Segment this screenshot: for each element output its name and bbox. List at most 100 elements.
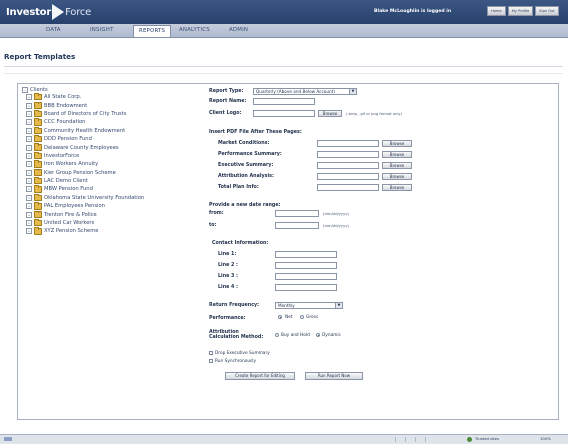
expand-icon[interactable]: + <box>26 136 32 143</box>
performance-net-radio[interactable] <box>278 315 282 319</box>
tree-item-client[interactable]: + XYZ Pension Scheme <box>26 227 144 235</box>
tree-item-client[interactable]: + PAL Employees Pension <box>26 202 144 210</box>
expand-icon[interactable]: + <box>26 186 32 193</box>
expand-icon[interactable]: + <box>26 110 32 117</box>
tree-item-client[interactable]: + BBB Endowment <box>26 101 144 109</box>
pdf-page-input[interactable] <box>317 184 379 191</box>
expand-icon[interactable]: + <box>26 102 32 109</box>
tree-item-client[interactable]: + Community Health Endowment <box>26 126 144 135</box>
tree-item-label: PAL Employees Pension <box>44 203 105 210</box>
expand-icon[interactable]: + <box>26 203 32 210</box>
tree-item-client[interactable]: + Board of Directors of City Trusts <box>26 109 144 118</box>
pdf-page-browse-button[interactable]: Browse <box>382 173 412 180</box>
app-header: Investor Force Blake McLoughlin is logge… <box>0 0 568 24</box>
tree-root-clients[interactable]: − Clients <box>22 86 144 93</box>
tree-item-label: DDD Pension Fund <box>44 136 92 143</box>
performance-gross-radio[interactable] <box>300 315 304 319</box>
run-report-button[interactable]: Run Report Now <box>305 372 363 380</box>
to-date-input[interactable] <box>275 222 319 229</box>
contact-line-input[interactable] <box>275 284 337 291</box>
from-label: from: <box>209 211 224 216</box>
tree-item-client[interactable]: + Delaware County Employees <box>26 143 144 151</box>
tree-item-client[interactable]: + CCC Foundation <box>26 118 144 126</box>
expand-icon[interactable]: + <box>26 152 32 159</box>
run-sync-checkbox[interactable] <box>209 359 213 363</box>
tree-item-label: United Car Workers <box>44 220 95 227</box>
my-profile-button[interactable]: My Profile <box>507 6 534 16</box>
collapse-icon[interactable]: − <box>22 86 28 93</box>
client-logo-input[interactable] <box>253 110 315 117</box>
expand-icon[interactable]: + <box>26 144 32 151</box>
pdf-page-browse-button[interactable]: Browse <box>382 151 412 158</box>
expand-icon[interactable]: + <box>26 228 32 235</box>
expand-icon[interactable]: + <box>26 220 32 227</box>
from-date-input[interactable] <box>275 210 319 217</box>
sign-out-button[interactable]: Sign Out <box>535 6 559 16</box>
tree-item-client[interactable]: + DDD Pension Fund <box>26 135 144 143</box>
contact-line-input[interactable] <box>275 273 337 280</box>
tab-admin[interactable]: ADMIN <box>229 27 248 33</box>
report-template-form: Report Type: Quarterly (Above and Below … <box>209 86 549 406</box>
create-report-button[interactable]: Create Report for Editing <box>225 372 295 380</box>
status-done-icon <box>4 437 12 441</box>
report-name-input[interactable] <box>253 98 315 105</box>
tree-item-client[interactable]: + Oklahoma State University Foundation <box>26 193 145 202</box>
expand-icon[interactable]: + <box>26 94 32 101</box>
expand-icon[interactable]: + <box>26 161 32 168</box>
run-sync-label: Run Synchronously <box>215 359 257 364</box>
folder-icon <box>34 185 42 193</box>
folder-icon <box>34 202 42 210</box>
tree-item-client[interactable]: + MBW Pension Fund <box>26 185 144 193</box>
tree-item-client[interactable]: + InvestorForce <box>26 151 144 160</box>
contact-line-label: Line 4 : <box>218 285 238 290</box>
investorforce-logo[interactable]: Investor Force <box>6 4 91 20</box>
pdf-page-input[interactable] <box>317 173 379 180</box>
expand-icon[interactable]: + <box>26 211 32 218</box>
pdf-page-label: Executive Summary: <box>218 163 274 168</box>
pdf-page-input[interactable] <box>317 151 379 158</box>
pdf-page-input[interactable] <box>317 162 379 169</box>
pdf-page-browse-button[interactable]: Browse <box>382 162 412 169</box>
zoom-level[interactable]: 100% <box>540 436 551 441</box>
tree-item-client[interactable]: + All State Corp. <box>26 93 144 101</box>
attribution-buy-hold-radio[interactable] <box>275 333 279 337</box>
date-range-heading: Provide a new date range: <box>209 203 281 208</box>
tab-analytics[interactable]: ANALYTICS <box>179 27 210 33</box>
contact-line-input[interactable] <box>275 251 337 258</box>
expand-icon[interactable]: + <box>26 119 32 126</box>
pdf-page-input[interactable] <box>317 140 379 147</box>
tree-root-label: Clients <box>30 86 48 93</box>
client-logo-browse-button[interactable]: Browse <box>318 110 342 117</box>
tree-item-client[interactable]: + Trenton Fire & Police <box>26 210 144 218</box>
drop-exec-summary-checkbox[interactable] <box>209 351 213 355</box>
contact-line-input[interactable] <box>275 262 337 269</box>
title-divider-secondary <box>4 73 563 74</box>
pdf-page-browse-button[interactable]: Browse <box>382 140 412 147</box>
pdf-page-browse-button[interactable]: Browse <box>382 184 412 191</box>
tree-item-client[interactable]: + United Car Workers <box>26 219 144 227</box>
tree-item-label: InvestorForce <box>44 152 80 159</box>
tab-insight[interactable]: INSIGHT <box>90 27 114 33</box>
title-divider <box>4 66 563 67</box>
tab-data[interactable]: DATA <box>46 27 61 33</box>
tree-item-client[interactable]: + Kier Group Pension Scheme <box>26 168 144 177</box>
client-logo-label: Client Logo: <box>209 111 242 116</box>
expand-icon[interactable]: + <box>26 127 32 134</box>
attribution-dynamic-radio[interactable] <box>316 333 320 337</box>
return-frequency-select[interactable]: Monthly ▼ <box>275 302 343 309</box>
expand-icon[interactable]: + <box>26 194 32 201</box>
tree-item-client[interactable]: + LAC Demo Client <box>26 177 144 185</box>
expand-icon[interactable]: + <box>26 178 32 185</box>
contact-line-label: Line 1: <box>218 252 237 257</box>
report-type-select[interactable]: Quarterly (Above and Below Account) ▼ <box>253 88 357 95</box>
chevron-down-icon: ▼ <box>335 303 342 308</box>
home-button[interactable]: Home <box>487 6 506 16</box>
tab-reports[interactable]: REPORTS <box>133 25 172 37</box>
pdf-page-label: Attribution Analysis: <box>218 174 274 179</box>
expand-icon[interactable]: + <box>26 169 32 176</box>
tree-item-label: Oklahoma State University Foundation <box>44 194 145 201</box>
tree-item-label: LAC Demo Client <box>44 178 88 185</box>
folder-icon <box>34 151 42 160</box>
folder-icon <box>34 118 42 126</box>
tree-item-client[interactable]: + Iron Workers Annuity <box>26 160 144 168</box>
